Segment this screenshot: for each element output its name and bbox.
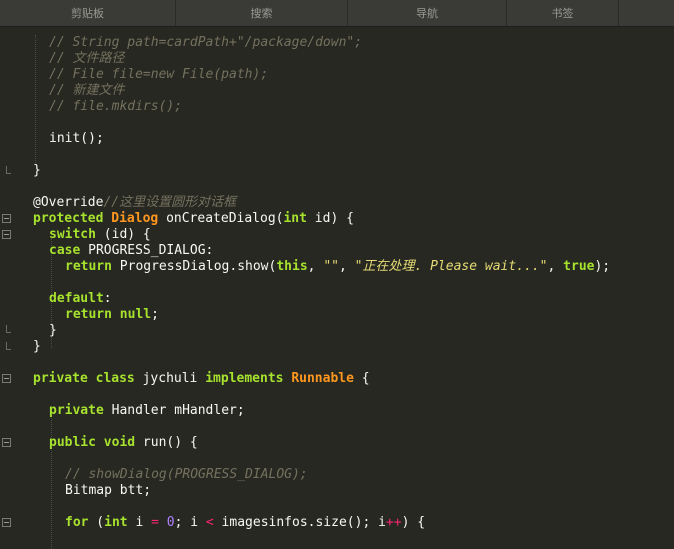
tab-bar-filler: [619, 0, 674, 26]
panel-tab-bar: 剪贴板 搜索 导航 书签: [0, 0, 674, 27]
code-line: // String path=cardPath+"/package/down";: [49, 35, 363, 50]
code-line: @Override//这里设置圆形对话框: [33, 195, 237, 210]
indent-guide: [35, 35, 36, 165]
code-line: default:: [49, 291, 112, 306]
code-line: private Handler mHandler;: [49, 403, 245, 418]
code-line: case PROGRESS_DIALOG:: [49, 243, 214, 258]
code-line: // showDialog(PROGRESS_DIALOG);: [65, 467, 308, 482]
tab-bookmarks[interactable]: 书签: [507, 0, 619, 26]
code-line: }: [49, 323, 57, 338]
code-line: }: [33, 163, 41, 178]
fold-toggle-icon[interactable]: [2, 438, 11, 447]
fold-end-marker: [6, 342, 11, 350]
fold-toggle-icon[interactable]: [2, 214, 11, 223]
code-line: private class jychuli implements Runnabl…: [33, 371, 370, 386]
code-line: // File file=new File(path);: [49, 67, 269, 82]
code-line: protected Dialog onCreateDialog(int id) …: [33, 211, 354, 226]
fold-toggle-icon[interactable]: [2, 374, 11, 383]
code-line: return null;: [65, 307, 159, 322]
tab-search[interactable]: 搜索: [176, 0, 348, 26]
tab-navigation[interactable]: 导航: [348, 0, 507, 26]
code-editor[interactable]: // String path=cardPath+"/package/down";…: [0, 27, 674, 549]
code-line: switch (id) {: [49, 227, 151, 242]
fold-end-marker: [6, 325, 11, 333]
code-line: // 新建文件: [49, 83, 125, 98]
code-line: for (int i = 0; i < imagesinfos.size(); …: [65, 515, 426, 530]
fold-gutter: [0, 27, 22, 549]
code-line: // 文件路径: [49, 51, 125, 66]
code-line: return ProgressDialog.show(this, "", "正在…: [65, 259, 611, 274]
code-line: init();: [49, 131, 104, 146]
tab-clipboard[interactable]: 剪贴板: [0, 0, 176, 26]
fold-toggle-icon[interactable]: [2, 230, 11, 239]
fold-toggle-icon[interactable]: [2, 518, 11, 527]
fold-end-marker: [6, 166, 11, 174]
code-line: }: [33, 339, 41, 354]
code-line: Bitmap btt;: [65, 483, 152, 498]
code-line: public void run() {: [49, 435, 198, 450]
code-line: // file.mkdirs();: [49, 99, 183, 114]
